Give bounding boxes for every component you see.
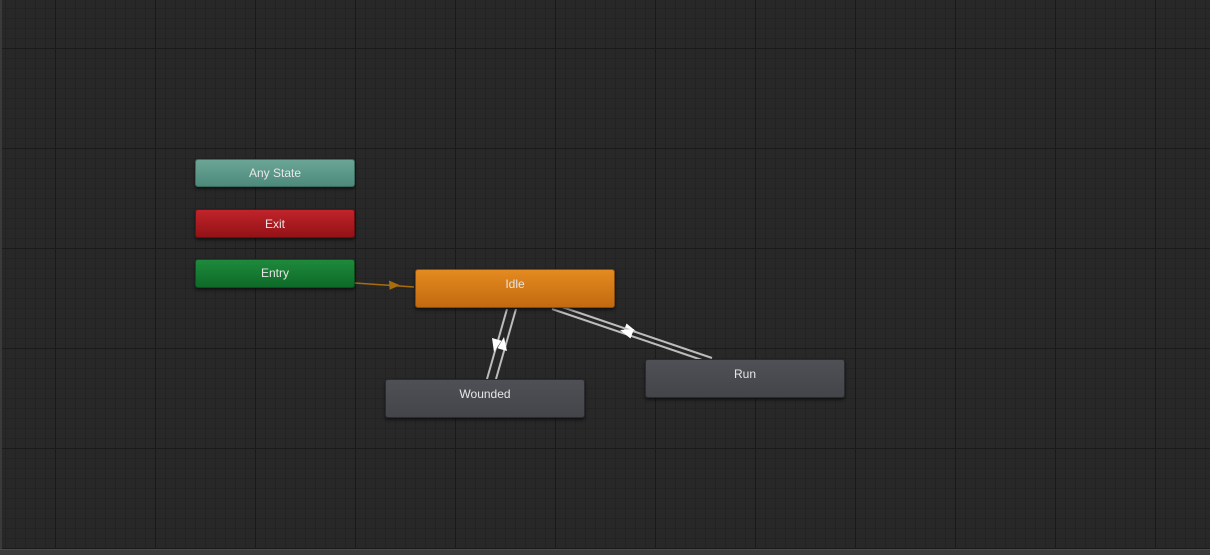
state-node-label: Entry [260, 266, 289, 280]
state-node-label: Wounded [459, 387, 511, 401]
transition-entry-to-idle[interactable] [354, 280, 415, 290]
state-node-label: Run [733, 367, 756, 381]
bottom-status-bar [0, 549, 1210, 555]
transition-line [354, 282, 415, 288]
state-node-any-state[interactable]: Any State [195, 159, 355, 187]
state-node-wounded[interactable]: Wounded [385, 379, 585, 418]
state-node-entry[interactable]: Entry [195, 259, 355, 288]
state-node-label: Exit [264, 217, 285, 231]
transition-run-to-idle[interactable] [561, 306, 713, 359]
state-node-run[interactable]: Run [645, 359, 845, 398]
state-node-label: Idle [505, 277, 525, 291]
state-node-exit[interactable]: Exit [195, 209, 355, 238]
state-node-idle-default[interactable]: Idle [415, 269, 615, 308]
transition-line [561, 306, 713, 359]
state-node-label: Any State [248, 166, 302, 180]
arrow-head-icon [389, 280, 400, 290]
